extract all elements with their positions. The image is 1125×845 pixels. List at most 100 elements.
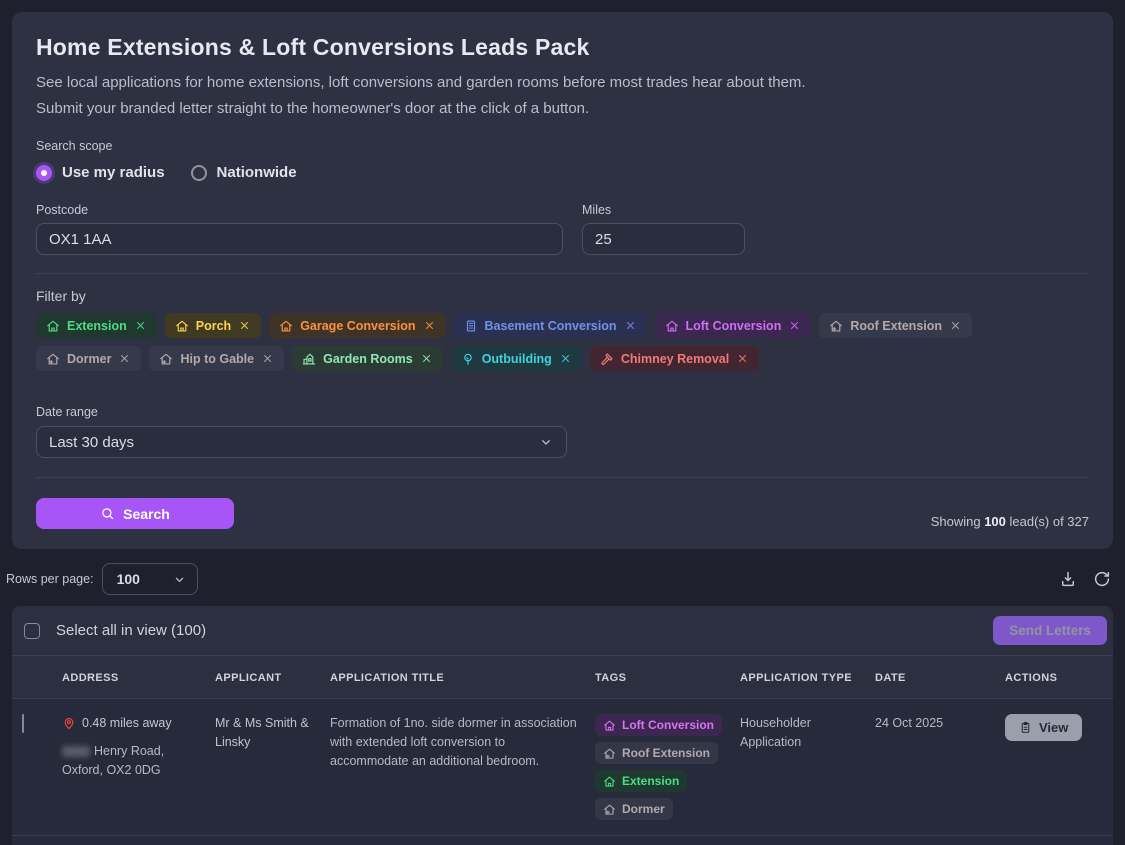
- search-button[interactable]: Search: [36, 498, 234, 529]
- tree-icon: [461, 352, 475, 366]
- house-icon: [603, 775, 616, 788]
- results-count: 100: [984, 514, 1006, 529]
- location-pin-icon: [62, 716, 76, 730]
- page-title: Home Extensions & Loft Conversions Leads…: [36, 34, 1089, 61]
- table-toolbar: Rows per page: 100: [6, 563, 1111, 595]
- row-checkbox[interactable]: [22, 714, 24, 733]
- house-plus-icon: [159, 352, 173, 366]
- filter-tag-basement-conversion: Basement Conversion: [454, 313, 647, 338]
- search-scope-label: Search scope: [36, 139, 1089, 153]
- remove-tag-icon[interactable]: [949, 319, 962, 332]
- radio-selected-icon: [36, 165, 52, 181]
- col-application-title: APPLICATION TITLE: [330, 656, 595, 698]
- date-range-label: Date range: [36, 405, 1089, 419]
- remove-tag-icon[interactable]: [736, 352, 749, 365]
- row-tags: Loft Conversion Roof Extension Extension…: [595, 714, 726, 820]
- remove-tag-icon[interactable]: [118, 352, 131, 365]
- filter-tag-chimney-removal: Chimney Removal: [590, 346, 759, 371]
- select-all-checkbox[interactable]: [24, 623, 40, 639]
- filter-by-label: Filter by: [36, 288, 1089, 304]
- redacted-house-number: [62, 746, 90, 757]
- remove-tag-icon[interactable]: [423, 319, 436, 332]
- download-icon[interactable]: [1059, 570, 1077, 588]
- view-button[interactable]: View: [1005, 714, 1082, 741]
- refresh-icon[interactable]: [1093, 570, 1111, 588]
- filter-tag-garden-rooms: Garden Rooms: [292, 346, 443, 371]
- miles-label: Miles: [582, 203, 745, 217]
- remove-tag-icon[interactable]: [134, 319, 147, 332]
- send-letters-button[interactable]: Send Letters: [993, 616, 1107, 645]
- remove-tag-icon[interactable]: [559, 352, 572, 365]
- postcode-label: Postcode: [36, 203, 563, 217]
- col-date: DATE: [875, 656, 1005, 698]
- application-title: Formation of 1no. side dormer in associa…: [330, 699, 595, 835]
- remove-tag-icon[interactable]: [624, 319, 637, 332]
- chevron-down-icon: [538, 434, 554, 450]
- filter-tag-hip-to-gable: Hip to Gable: [149, 346, 284, 371]
- application-title: Erection of single storey rear and side …: [330, 836, 595, 845]
- hammer-icon: [600, 352, 614, 366]
- table-row: 0.48 miles away Henry Road, Oxford, OX2 …: [12, 699, 1113, 836]
- house-plus-icon: [603, 747, 616, 760]
- col-tags: TAGS: [595, 656, 740, 698]
- house-icon: [279, 319, 293, 333]
- filter-tags: Extension Porch Garage Conversion Baseme…: [36, 313, 1036, 371]
- miles-input[interactable]: [582, 223, 745, 255]
- remove-tag-icon[interactable]: [261, 352, 274, 365]
- page-subtitle-2: Submit your branded letter straight to t…: [36, 100, 1089, 117]
- date: 23 Oct 2025: [875, 836, 1005, 845]
- filter-tag-extension: Extension: [36, 313, 157, 338]
- house-icon: [665, 319, 679, 333]
- remove-tag-icon[interactable]: [788, 319, 801, 332]
- house-icon: [175, 319, 189, 333]
- page-subtitle-1: See local applications for home extensio…: [36, 74, 1089, 91]
- address: Henry Road, Oxford, OX2 0DG: [62, 742, 201, 780]
- clipboard-icon: [1019, 721, 1032, 734]
- filter-tag-garage-conversion: Garage Conversion: [269, 313, 445, 338]
- col-address: ADDRESS: [62, 656, 215, 698]
- tag-roof-extension: Roof Extension: [595, 742, 718, 764]
- distance: 0.48 miles away: [62, 714, 201, 733]
- filter-tag-roof-extension: Roof Extension: [819, 313, 972, 338]
- remove-tag-icon[interactable]: [420, 352, 433, 365]
- house-plus-icon: [603, 803, 616, 816]
- col-actions: ACTIONS: [1005, 656, 1113, 698]
- table-header-row: ADDRESS APPLICANT APPLICATION TITLE TAGS…: [12, 656, 1113, 699]
- leads-table: Select all in view (100) Send Letters AD…: [12, 606, 1113, 845]
- house-icon: [603, 719, 616, 732]
- building-icon: [464, 319, 478, 333]
- col-application-type: APPLICATION TYPE: [740, 656, 875, 698]
- chevron-down-icon: [172, 572, 187, 587]
- application-type: Householder Application: [740, 836, 875, 845]
- application-type: Householder Application: [740, 699, 875, 835]
- filter-tag-dormer: Dormer: [36, 346, 141, 371]
- radio-unselected-icon: [191, 165, 207, 181]
- col-applicant: APPLICANT: [215, 656, 330, 698]
- remove-tag-icon[interactable]: [238, 319, 251, 332]
- table-row: 0.53 miles away Cardigan Street, Oxford,…: [12, 836, 1113, 845]
- applicant: Tierney: [215, 836, 330, 845]
- results-summary: Showing 100 lead(s) of 327: [931, 514, 1089, 529]
- divider: [36, 477, 1089, 478]
- house-plus-icon: [46, 352, 60, 366]
- tag-loft-conversion: Loft Conversion: [595, 714, 722, 736]
- filter-tag-porch: Porch: [165, 313, 261, 338]
- house-icon: [46, 319, 60, 333]
- radio-use-my-radius[interactable]: Use my radius: [36, 164, 165, 181]
- radio-nationwide[interactable]: Nationwide: [191, 164, 297, 181]
- search-panel: Home Extensions & Loft Conversions Leads…: [12, 12, 1113, 549]
- date: 24 Oct 2025: [875, 699, 1005, 835]
- postcode-input[interactable]: [36, 223, 563, 255]
- applicant: Mr & Ms Smith & Linsky: [215, 699, 330, 835]
- select-all-label: Select all in view (100): [56, 622, 206, 639]
- tag-extension: Extension: [595, 770, 687, 792]
- rows-per-page-select[interactable]: 100: [102, 563, 198, 595]
- filter-tag-outbuilding: Outbuilding: [451, 346, 582, 371]
- tag-dormer: Dormer: [595, 798, 673, 820]
- divider: [36, 273, 1089, 274]
- house-plus-icon: [829, 319, 843, 333]
- search-icon: [100, 506, 115, 521]
- garden-room-icon: [302, 352, 316, 366]
- date-range-select[interactable]: Last 30 days: [36, 426, 567, 458]
- filter-tag-loft-conversion: Loft Conversion: [655, 313, 812, 338]
